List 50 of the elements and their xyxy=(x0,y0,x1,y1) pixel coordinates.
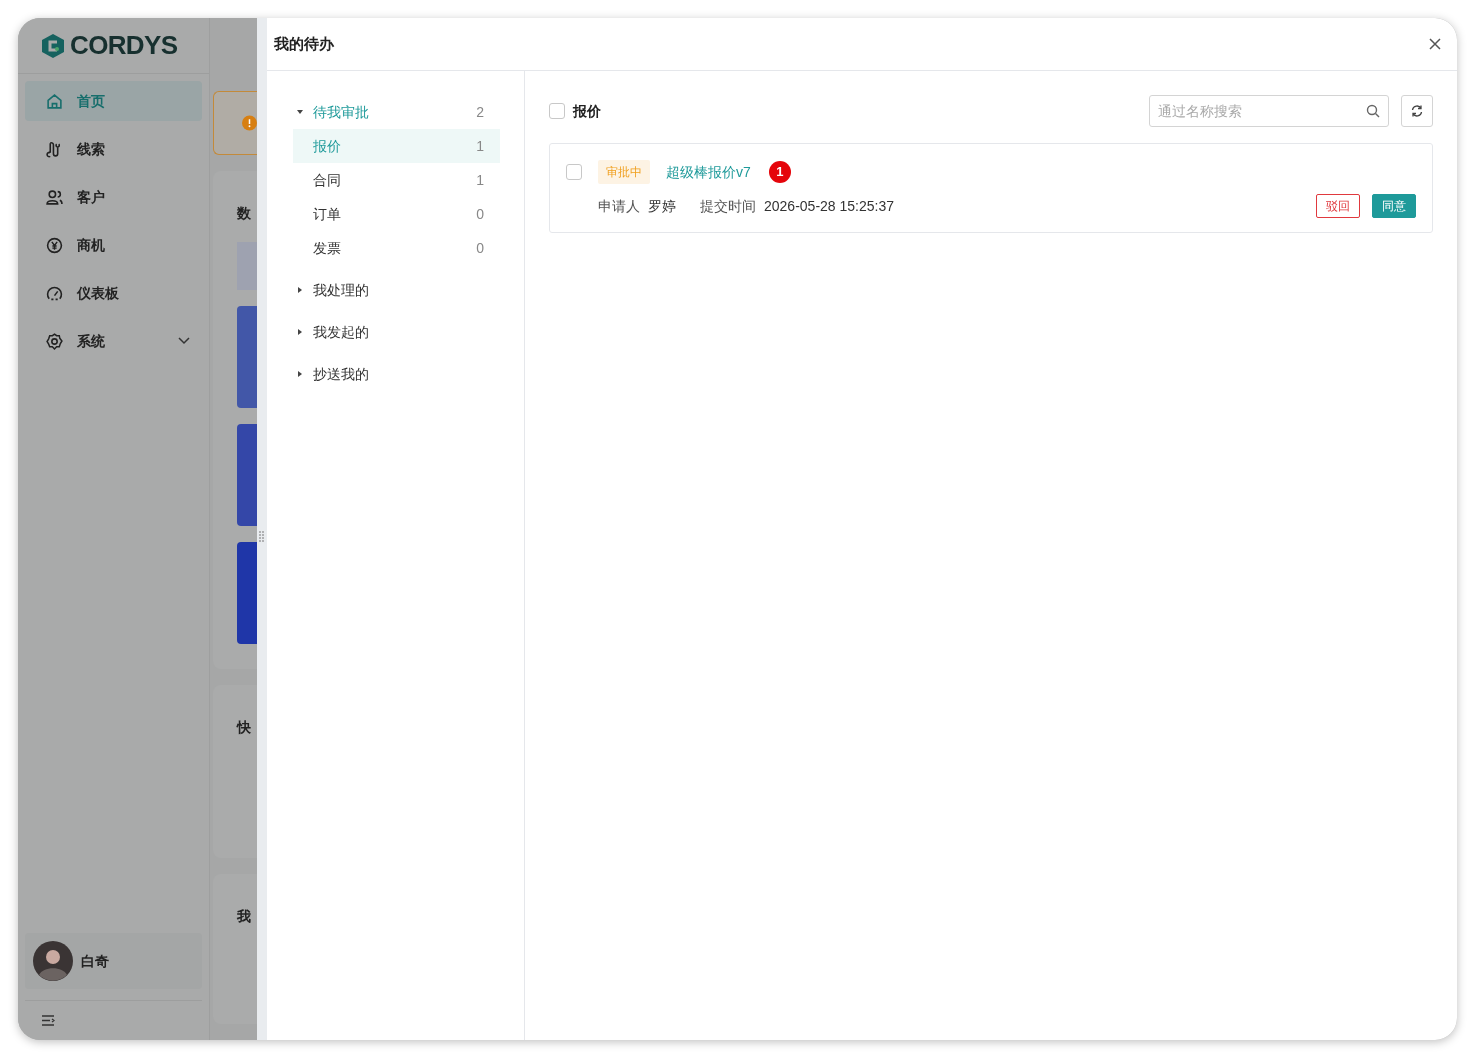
yen-icon xyxy=(46,236,63,254)
gauge-icon xyxy=(46,284,63,302)
list-title: 报价 xyxy=(573,101,601,121)
search-icon xyxy=(1366,104,1380,118)
nav-item[interactable]: 线索 xyxy=(25,129,202,169)
route-icon xyxy=(46,140,63,158)
field-label: 申请人 xyxy=(598,196,640,216)
gear-icon xyxy=(46,332,63,350)
nav-item[interactable]: 商机 xyxy=(25,225,202,265)
caret-right-icon xyxy=(297,371,303,377)
refresh-icon xyxy=(1410,104,1424,118)
approve-button[interactable]: 同意 xyxy=(1372,194,1416,218)
tree-node[interactable]: 我处理的 xyxy=(297,273,500,307)
collapse-menu-icon[interactable] xyxy=(42,1015,55,1026)
tree-item[interactable]: 合同 1 xyxy=(293,163,500,197)
nav-item[interactable]: 系统 xyxy=(25,321,202,361)
field-label: 提交时间 xyxy=(700,196,756,216)
home-icon xyxy=(46,92,63,110)
avatar xyxy=(33,941,73,981)
reject-button[interactable]: 驳回 xyxy=(1316,194,1360,218)
status-tag: 审批中 xyxy=(598,160,650,184)
close-icon[interactable] xyxy=(1429,38,1441,50)
nav-item[interactable]: 客户 xyxy=(25,177,202,217)
card-heading: 我 xyxy=(237,907,252,926)
tree-item[interactable]: 订单 0 xyxy=(293,197,500,231)
tree-node[interactable]: 待我审批 2 xyxy=(297,95,500,129)
logo-text: CORDYS xyxy=(70,29,178,62)
warning-icon xyxy=(242,115,257,131)
record-title[interactable]: 超级棒报价v7 xyxy=(666,161,751,183)
card-heading: 快 xyxy=(237,718,252,737)
caret-down-icon xyxy=(297,109,303,115)
checkbox[interactable] xyxy=(549,103,565,119)
refresh-button[interactable] xyxy=(1401,95,1433,127)
search-field[interactable]: 通过名称搜索 xyxy=(1149,95,1389,127)
field-value: 罗婷 xyxy=(648,196,676,216)
tree-node[interactable]: 我发起的 xyxy=(297,315,500,349)
card-heading: 数 xyxy=(237,204,252,223)
drawer-title: 我的待办 xyxy=(274,33,334,54)
user-profile[interactable]: 白奇 xyxy=(25,933,202,989)
tree-node[interactable]: 抄送我的 xyxy=(297,357,500,391)
caret-right-icon xyxy=(297,287,303,293)
users-icon xyxy=(46,188,63,206)
tree-item[interactable]: 发票 0 xyxy=(293,231,500,265)
drag-handle-icon[interactable] xyxy=(259,531,264,542)
checkbox[interactable] xyxy=(566,164,582,180)
count-badge: 1 xyxy=(768,161,791,183)
field-value: 2026-05-28 15:25:37 xyxy=(764,196,894,216)
caret-right-icon xyxy=(297,329,303,335)
nav-item[interactable]: 仪表板 xyxy=(25,273,202,313)
logo-icon xyxy=(40,32,66,59)
